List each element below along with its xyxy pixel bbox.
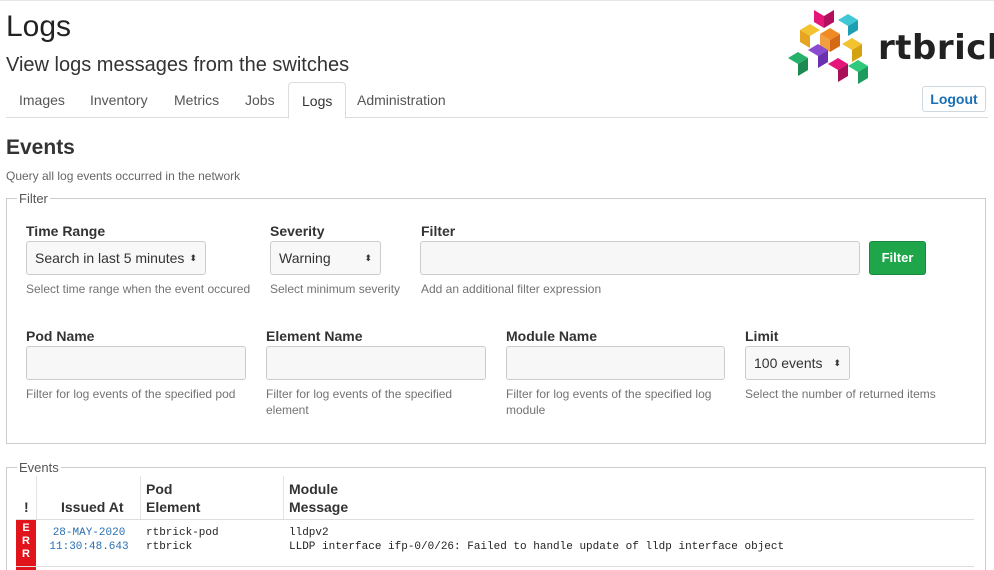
limit-select[interactable]: 100 events ⬍ [745,346,850,380]
filter-button[interactable]: Filter [869,241,926,275]
main-nav: Images Inventory Metrics Jobs Logs Admin… [6,82,988,119]
tab-jobs[interactable]: Jobs [232,82,288,118]
row-divider [16,566,974,567]
filter-legend: Filter [19,191,48,206]
severity-text: ERR [22,522,30,560]
column-divider [140,476,141,520]
limit-help: Select the number of returned items [745,387,936,401]
limit-label: Limit [745,328,779,344]
time-range-value: Search in last 5 minutes [35,250,185,266]
module-name-help-line1: Filter for log events of the specified l… [506,387,712,401]
event-time[interactable]: 11:30:48.643 [40,540,138,554]
tab-metrics[interactable]: Metrics [161,82,232,118]
events-legend: Events [19,460,59,475]
element-name-help-line1: Filter for log events of the specified [266,387,453,401]
time-range-select[interactable]: Search in last 5 minutes ⬍ [26,241,206,275]
limit-value: 100 events [754,355,823,371]
module-column-header: Module [289,481,338,497]
column-divider [283,476,284,520]
module-name-label: Module Name [506,328,598,344]
time-range-label: Time Range [26,223,106,239]
module-name-input[interactable] [506,346,725,380]
filter-expression-help: Add an additional filter expression [421,282,602,296]
severity-help: Select minimum severity [270,282,401,296]
severity-select[interactable]: Warning ⬍ [270,241,381,275]
logo-text: rtbrick [878,28,994,68]
column-divider [36,476,37,520]
page-title: Logs [6,10,72,43]
element-name-help-line2: element [266,403,309,417]
module-name-help-line2: module [506,403,546,417]
time-range-help: Select time range when the event occured [26,282,251,296]
top-border [0,0,994,1]
severity-value: Warning [279,250,331,266]
tab-inventory[interactable]: Inventory [77,82,161,118]
severity-label: Severity [270,223,325,239]
pod-column-header: Pod [146,481,173,497]
severity-column-header: ! [24,499,29,515]
error-severity-badge: ERR [16,520,36,570]
event-element: rtbrick [146,541,193,553]
section-title: Events [6,136,75,159]
header-divider [16,519,974,520]
element-column-header: Element [146,499,201,515]
tab-administration[interactable]: Administration [344,82,459,118]
select-arrows-icon: ⬍ [189,253,197,263]
tab-logs[interactable]: Logs [288,82,347,119]
event-message: LLDP interface ifp-0/0/26: Failed to han… [289,541,785,553]
logout-button[interactable]: Logout [922,86,986,112]
pod-name-label: Pod Name [26,328,95,344]
element-name-label: Element Name [266,328,363,344]
filter-fieldset: Filter [6,191,986,444]
select-arrows-icon: ⬍ [833,358,841,368]
rtbrick-logo-icon [788,10,868,84]
section-description: Query all log events occurred in the net… [6,169,241,183]
element-name-input[interactable] [266,346,486,380]
issued-at-column-header: Issued At [61,499,124,515]
filter-expression-input[interactable] [420,241,860,275]
message-column-header: Message [289,499,349,515]
event-module: lldpv2 [289,527,329,539]
pod-name-help: Filter for log events of the specified p… [26,387,236,401]
pod-name-input[interactable] [26,346,246,380]
page-subtitle: View logs messages from the switches [6,54,350,76]
event-date[interactable]: 28-MAY-2020 [40,526,138,540]
tab-images[interactable]: Images [6,82,78,118]
select-arrows-icon: ⬍ [364,253,372,263]
event-pod: rtbrick-pod [146,527,219,539]
filter-expression-label: Filter [421,223,456,239]
